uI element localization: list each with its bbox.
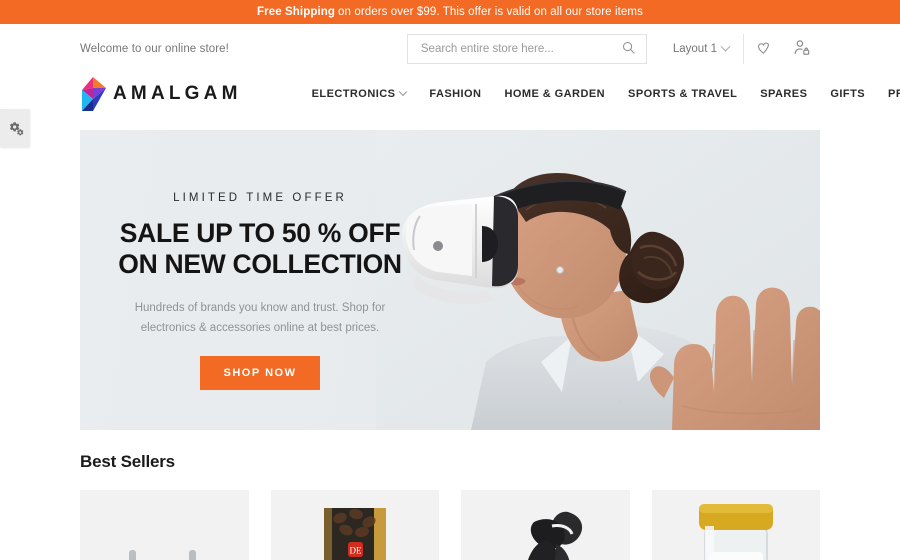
page-body: Welcome to our online store! L (0, 24, 900, 560)
site-logo[interactable]: AMALGAM (80, 77, 242, 111)
search-button[interactable] (621, 40, 636, 58)
product-grid: DE Douwe Egberts (80, 490, 820, 560)
nav-item-home-garden[interactable]: HOME & GARDEN (504, 88, 605, 100)
hero-description: Hundreds of brands you know and trust. S… (134, 301, 386, 334)
hero-title: SALE UP TO 50 % OFF ON NEW COLLECTION (80, 218, 440, 281)
nav-item-sports-travel[interactable]: SPORTS & TRAVEL (628, 88, 737, 100)
hero-title-line1: SALE UP TO 50 % OFF (119, 218, 401, 248)
black-diving-fins-image (461, 490, 630, 560)
nav-item-electronics[interactable]: ELECTRONICS (311, 87, 408, 100)
promo-text: on orders over $99. This offer is valid … (338, 6, 643, 18)
hero-copy: LIMITED TIME OFFER SALE UP TO 50 % OFF O… (80, 192, 440, 390)
user-lock-icon (792, 38, 811, 60)
product-card[interactable] (80, 490, 249, 560)
svg-text:DE: DE (349, 546, 361, 556)
header-main-row: AMALGAM ELECTRONICS FASHION HOME & GARDE… (80, 66, 900, 122)
site-header: Welcome to our online store! L (0, 24, 900, 122)
hero-title-line2: ON NEW COLLECTION (118, 249, 402, 280)
nav-label: SPARES (760, 88, 808, 100)
shop-now-button[interactable]: SHOP NOW (199, 355, 321, 390)
product-card[interactable]: DE Douwe Egberts (270, 490, 439, 560)
gears-icon (7, 120, 24, 137)
nav-label: GIFTS (830, 88, 866, 100)
header-top-row: Welcome to our online store! L (80, 24, 820, 66)
douwe-egberts-coffee-image: DE Douwe Egberts (270, 490, 439, 560)
best-sellers-section: Best Sellers DE (80, 452, 820, 560)
header-utilities: Layout 1 (406, 34, 820, 64)
layout-select-label: Layout 1 (672, 43, 717, 55)
heart-icon (755, 39, 772, 59)
welcome-message: Welcome to our online store! (80, 43, 229, 55)
wishlist-button[interactable] (744, 34, 782, 64)
product-card[interactable]: RECIPES (651, 490, 820, 560)
glass-jar-yellow-lid-image: RECIPES (651, 490, 820, 560)
nav-label: SPORTS & TRAVEL (628, 88, 738, 100)
vr-headset-woman-illustration (376, 130, 820, 430)
amalgam-arrow-logo-icon (80, 77, 106, 111)
chevron-down-icon (399, 87, 408, 97)
main-navigation: ELECTRONICS FASHION HOME & GARDEN SPORTS… (311, 87, 900, 100)
search-icon (621, 40, 636, 58)
section-title: Best Sellers (80, 452, 175, 471)
logo-text: AMALGAM (113, 83, 242, 104)
nav-label: ELECTRONICS (311, 88, 396, 100)
nav-item-gifts[interactable]: GIFTS (830, 88, 865, 100)
nav-label: HOME & GARDEN (504, 88, 606, 100)
nav-label: PRODUCT TYPES (888, 88, 900, 100)
promo-banner: Free Shipping on orders over $99. This o… (0, 0, 900, 24)
layout-select[interactable]: Layout 1 (659, 34, 744, 64)
nav-item-product-types[interactable]: PRODUCT TYPES (888, 88, 900, 100)
nav-label: FASHION (429, 88, 482, 100)
hero-kicker: LIMITED TIME OFFER (173, 192, 347, 204)
promo-strong-text: Free Shipping (257, 6, 336, 18)
search-input[interactable] (420, 43, 621, 55)
nav-item-fashion[interactable]: FASHION (429, 88, 481, 100)
hero-banner: LIMITED TIME OFFER SALE UP TO 50 % OFF O… (80, 130, 820, 430)
product-card[interactable] (461, 490, 630, 560)
silver-cufflinks-image (80, 490, 249, 560)
chevron-down-icon (720, 41, 731, 52)
account-button[interactable] (782, 34, 820, 64)
search-box[interactable] (406, 34, 647, 64)
nav-item-spares[interactable]: SPARES (760, 88, 807, 100)
